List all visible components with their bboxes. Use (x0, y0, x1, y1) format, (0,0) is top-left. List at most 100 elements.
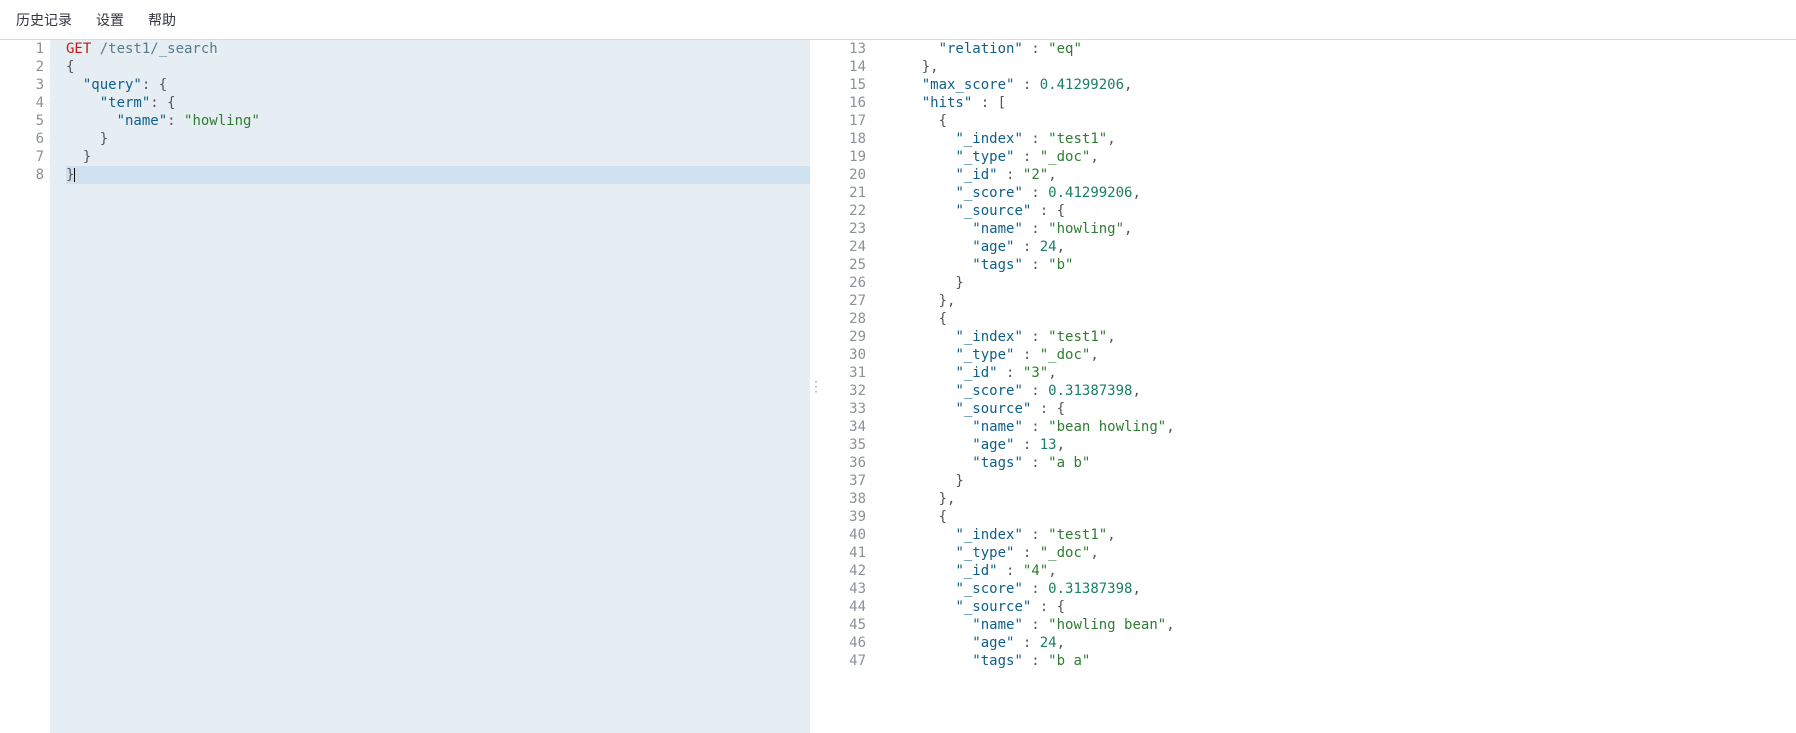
response-line[interactable]: "relation" : "eq" (888, 40, 1796, 58)
response-line[interactable]: "hits" : [ (888, 94, 1796, 112)
code-token: : (1014, 347, 1039, 363)
code-token (888, 401, 955, 417)
code-token: : (1023, 419, 1048, 435)
code-token: : (1023, 257, 1048, 273)
menu-settings[interactable]: 设置 (96, 10, 124, 30)
code-token: "tags" (972, 653, 1023, 669)
response-line[interactable]: "_score" : 0.41299206, (888, 184, 1796, 202)
line-number: 41 (822, 544, 866, 562)
response-line[interactable]: "tags" : "a b" (888, 454, 1796, 472)
line-number: 17▾ (822, 112, 866, 130)
response-line[interactable]: }, (888, 58, 1796, 76)
code-token: "hits" (922, 95, 973, 111)
line-number: 31 (822, 364, 866, 382)
request-line[interactable]: } (66, 130, 810, 148)
response-line[interactable]: "_score" : 0.31387398, (888, 580, 1796, 598)
line-number: 42 (822, 562, 866, 580)
code-token: "howling bean" (1048, 617, 1166, 633)
response-line[interactable]: "tags" : "b" (888, 256, 1796, 274)
code-token: 24 (1040, 239, 1057, 255)
response-editor[interactable]: 1314▴1516▾17▾1819202122▾23242526▴27▴28▾2… (822, 40, 1796, 733)
response-line[interactable]: "name" : "bean howling", (888, 418, 1796, 436)
code-token: : (998, 563, 1023, 579)
code-token: "age" (972, 437, 1014, 453)
code-token: "_type" (955, 347, 1014, 363)
code-token: : { (142, 77, 167, 93)
code-token: : { (1031, 401, 1065, 417)
code-token: , (1132, 185, 1140, 201)
code-token: "howling" (184, 113, 260, 129)
response-line[interactable]: } (888, 274, 1796, 292)
pane-divider[interactable]: ⋮ (810, 40, 822, 733)
response-line[interactable]: "age" : 24, (888, 634, 1796, 652)
response-line[interactable]: }, (888, 490, 1796, 508)
response-line[interactable]: "_type" : "_doc", (888, 148, 1796, 166)
code-token (66, 149, 83, 165)
request-line[interactable]: } (66, 166, 810, 184)
response-line[interactable]: "name" : "howling", (888, 220, 1796, 238)
code-token: "_source" (955, 599, 1031, 615)
line-number: 44▾ (822, 598, 866, 616)
request-line[interactable]: { (66, 58, 810, 76)
code-token: "_score" (955, 383, 1022, 399)
code-token: : (1014, 437, 1039, 453)
code-token: : (1014, 149, 1039, 165)
code-token: 0.31387398 (1048, 383, 1132, 399)
response-line[interactable]: } (888, 472, 1796, 490)
line-number: 20 (822, 166, 866, 184)
line-number: 45 (822, 616, 866, 634)
code-token: : (1014, 77, 1039, 93)
response-line[interactable]: "_index" : "test1", (888, 526, 1796, 544)
request-line[interactable]: } (66, 148, 810, 166)
code-token: "4" (1023, 563, 1048, 579)
line-number: 28▾ (822, 310, 866, 328)
response-line[interactable]: { (888, 508, 1796, 526)
response-line[interactable]: "age" : 13, (888, 436, 1796, 454)
menu-help[interactable]: 帮助 (148, 10, 176, 30)
response-line[interactable]: "_index" : "test1", (888, 328, 1796, 346)
code-token: , (1057, 437, 1065, 453)
request-editor[interactable]: 12▾3▾4▾56▴7▴8▴ GET /test1/_search{ "quer… (0, 40, 810, 733)
code-token: : { (150, 95, 175, 111)
response-line[interactable]: "_id" : "2", (888, 166, 1796, 184)
workspace: 12▾3▾4▾56▴7▴8▴ GET /test1/_search{ "quer… (0, 40, 1796, 733)
code-token: , (1124, 221, 1132, 237)
request-line[interactable]: GET /test1/_search (66, 40, 810, 58)
line-number: 33▾ (822, 400, 866, 418)
response-line[interactable]: "max_score" : 0.41299206, (888, 76, 1796, 94)
menu-history[interactable]: 历史记录 (16, 10, 72, 30)
code-token: "_source" (955, 401, 1031, 417)
line-number: 22▾ (822, 202, 866, 220)
code-token: "max_score" (922, 77, 1015, 93)
code-token (888, 581, 955, 597)
response-line[interactable]: }, (888, 292, 1796, 310)
response-line[interactable]: "_type" : "_doc", (888, 544, 1796, 562)
response-line[interactable]: "_score" : 0.31387398, (888, 382, 1796, 400)
response-line[interactable]: "_source" : { (888, 598, 1796, 616)
code-token (888, 329, 955, 345)
request-pane: 12▾3▾4▾56▴7▴8▴ GET /test1/_search{ "quer… (0, 40, 810, 733)
response-line[interactable]: "_source" : { (888, 400, 1796, 418)
code-token: "age" (972, 635, 1014, 651)
code-token: "term" (100, 95, 151, 111)
code-token: : (1023, 581, 1048, 597)
code-token: : (1023, 653, 1048, 669)
code-token (888, 617, 972, 633)
request-line[interactable]: "query": { (66, 76, 810, 94)
code-token: "test1" (1048, 131, 1107, 147)
response-line[interactable]: { (888, 112, 1796, 130)
line-number: 37▴ (822, 472, 866, 490)
response-line[interactable]: "name" : "howling bean", (888, 616, 1796, 634)
response-line[interactable]: "_index" : "test1", (888, 130, 1796, 148)
response-line[interactable]: "tags" : "b a" (888, 652, 1796, 670)
code-token: 0.41299206 (1040, 77, 1124, 93)
response-line[interactable]: "_type" : "_doc", (888, 346, 1796, 364)
code-token: , (1048, 365, 1056, 381)
request-line[interactable]: "name": "howling" (66, 112, 810, 130)
response-line[interactable]: "_id" : "4", (888, 562, 1796, 580)
response-line[interactable]: "age" : 24, (888, 238, 1796, 256)
response-line[interactable]: "_source" : { (888, 202, 1796, 220)
request-line[interactable]: "term": { (66, 94, 810, 112)
response-line[interactable]: { (888, 310, 1796, 328)
response-line[interactable]: "_id" : "3", (888, 364, 1796, 382)
